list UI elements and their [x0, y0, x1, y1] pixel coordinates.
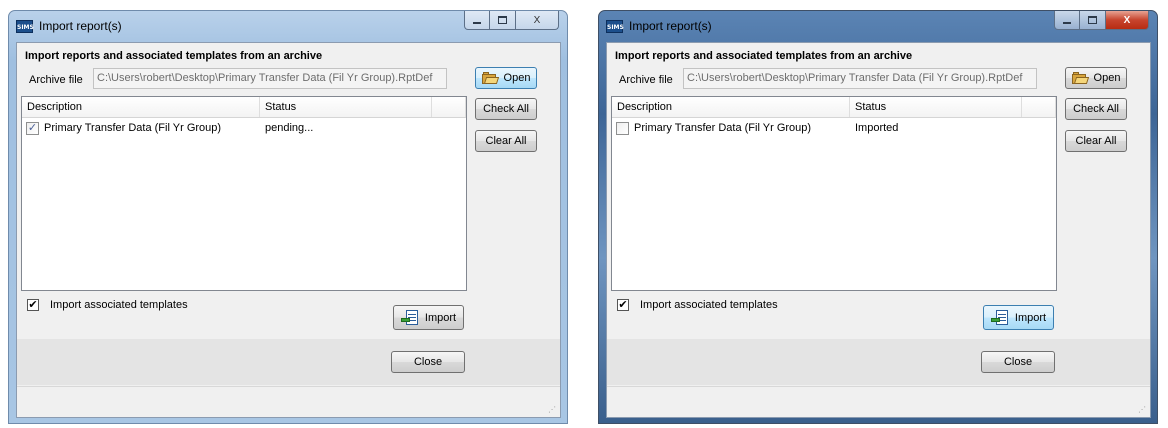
archive-file-label: Archive file [29, 74, 83, 86]
import-templates-checkbox[interactable]: ✔ [617, 299, 629, 311]
row-status: Imported [855, 122, 899, 134]
column-header-description[interactable]: Description [22, 97, 260, 117]
open-folder-icon [481, 72, 499, 84]
window-title: Import report(s) [39, 19, 122, 33]
import-button-label: Import [424, 311, 457, 324]
column-header-description[interactable]: Description [612, 97, 850, 117]
import-icon [400, 309, 419, 326]
sims-app-icon: SIMS [606, 20, 624, 33]
import-button-label: Import [1014, 311, 1047, 324]
row-checkbox[interactable]: ✓ [26, 122, 39, 135]
window-controls: X [464, 11, 559, 30]
window-title: Import report(s) [629, 19, 712, 33]
dialog-client-area: Import reports and associated templates … [606, 42, 1151, 418]
open-button-label: Open [1093, 72, 1121, 84]
status-strip: ⋰ [607, 386, 1150, 417]
close-window-button[interactable]: X [1106, 11, 1149, 30]
close-window-button[interactable]: X [516, 11, 559, 30]
import-dialog-after: SIMS Import report(s) X Import reports a… [598, 10, 1158, 424]
open-button[interactable]: Open [1065, 67, 1127, 89]
status-strip: ⋰ [17, 386, 560, 417]
button-band [17, 339, 560, 385]
minimize-icon [1063, 21, 1071, 24]
open-folder-icon [1071, 72, 1089, 84]
import-templates-label[interactable]: Import associated templates [640, 299, 778, 311]
maximize-icon [1088, 16, 1097, 24]
resize-grip-icon[interactable]: ⋰ [1138, 405, 1148, 415]
clear-all-button[interactable]: Clear All [475, 130, 537, 152]
maximize-button[interactable] [1080, 11, 1106, 30]
dialog-heading: Import reports and associated templates … [25, 50, 323, 62]
minimize-button[interactable] [464, 11, 490, 30]
list-header: Description Status [612, 97, 1056, 118]
dialog-heading: Import reports and associated templates … [615, 50, 913, 62]
row-description: Primary Transfer Data (Fil Yr Group) [634, 122, 812, 134]
import-button[interactable]: Import [393, 305, 464, 330]
title-bar[interactable]: SIMS Import report(s) X [9, 11, 567, 41]
list-item[interactable]: Primary Transfer Data (Fil Yr Group) Imp… [612, 120, 1056, 138]
minimize-icon [473, 21, 481, 24]
column-header-filler [1022, 97, 1056, 117]
import-dialog-before: SIMS Import report(s) X Import reports a… [8, 10, 568, 424]
list-item[interactable]: ✓ Primary Transfer Data (Fil Yr Group) p… [22, 120, 466, 138]
window-controls: X [1054, 11, 1149, 30]
clear-all-button[interactable]: Clear All [1065, 130, 1127, 152]
check-all-button[interactable]: Check All [1065, 98, 1127, 120]
maximize-button[interactable] [490, 11, 516, 30]
column-header-status[interactable]: Status [850, 97, 1022, 117]
close-button[interactable]: Close [391, 351, 465, 373]
archive-file-field[interactable]: C:\Users\robert\Desktop\Primary Transfer… [93, 68, 447, 89]
close-icon: X [533, 14, 541, 26]
column-header-status[interactable]: Status [260, 97, 432, 117]
column-header-filler [432, 97, 466, 117]
row-description: Primary Transfer Data (Fil Yr Group) [44, 122, 222, 134]
reports-list[interactable]: Description Status Primary Transfer Data… [611, 96, 1057, 291]
button-band [607, 339, 1150, 385]
close-icon: X [1123, 14, 1131, 26]
import-button[interactable]: Import [983, 305, 1054, 330]
close-button[interactable]: Close [981, 351, 1055, 373]
title-bar[interactable]: SIMS Import report(s) X [599, 11, 1157, 41]
minimize-button[interactable] [1054, 11, 1080, 30]
resize-grip-icon[interactable]: ⋰ [548, 405, 558, 415]
open-button[interactable]: Open [475, 67, 537, 89]
import-icon [990, 309, 1009, 326]
open-button-label: Open [503, 72, 531, 84]
archive-file-label: Archive file [619, 74, 673, 86]
reports-list[interactable]: Description Status ✓ Primary Transfer Da… [21, 96, 467, 291]
row-checkbox[interactable] [616, 122, 629, 135]
row-status: pending... [265, 122, 314, 134]
import-templates-label[interactable]: Import associated templates [50, 299, 188, 311]
archive-file-field[interactable]: C:\Users\robert\Desktop\Primary Transfer… [683, 68, 1037, 89]
list-header: Description Status [22, 97, 466, 118]
sims-app-icon: SIMS [16, 20, 34, 33]
dialog-client-area: Import reports and associated templates … [16, 42, 561, 418]
check-all-button[interactable]: Check All [475, 98, 537, 120]
maximize-icon [498, 16, 507, 24]
import-templates-checkbox[interactable]: ✔ [27, 299, 39, 311]
